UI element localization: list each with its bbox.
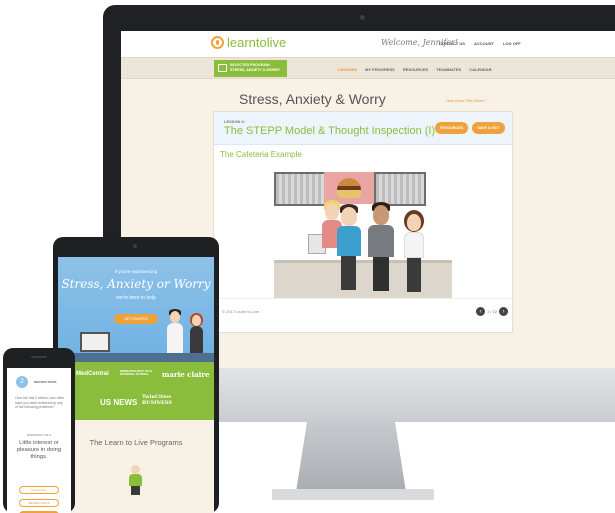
- hero-title: Stress, Anxiety or Worry: [61, 277, 211, 291]
- answer-not-at-all-button[interactable]: NOT AT ALL: [19, 486, 59, 494]
- press-logo-business-journal: MINNEAPOLIS/ST. PAUL BUSINESS JOURNAL: [120, 369, 153, 377]
- tab-my-progress[interactable]: MY PROGRESS: [365, 67, 395, 72]
- cafeteria-menu-board: [374, 172, 426, 206]
- tab-resources[interactable]: RESOURCES: [403, 67, 428, 72]
- tab-lessons[interactable]: LESSONS: [338, 67, 357, 72]
- tablet-device: If you're experiencing Stress, Anxiety o…: [53, 237, 219, 513]
- press-logo-marie-claire: marie claire: [162, 370, 210, 379]
- burger-icon: [337, 178, 361, 198]
- hero-kicker: If you're experiencing: [114, 269, 158, 274]
- brand-logo[interactable]: learntolive: [211, 35, 286, 50]
- top-nav: CONTACT US ACCOUNT LOG OFF: [439, 41, 521, 46]
- tablet-camera: [133, 244, 137, 248]
- hero-desk: [58, 353, 214, 362]
- resources-button[interactable]: RESOURCES: [435, 122, 468, 134]
- lesson-number: LESSON 2:: [224, 119, 246, 124]
- question-counter: QUESTION 1 OF 9: [27, 433, 51, 437]
- brand-name: learntolive: [227, 35, 287, 50]
- lesson-video[interactable]: [274, 172, 452, 298]
- answer-several-days-button[interactable]: SEVERAL DAYS: [19, 499, 59, 507]
- get-started-button[interactable]: GET STARTED: [114, 314, 158, 324]
- selected-program-button[interactable]: SELECTED PROGRAM: STRESS, ANXIETY & WORR…: [214, 60, 287, 77]
- selected-program-name: STRESS, ANXIETY & WORRY: [230, 68, 280, 72]
- tab-calendar[interactable]: CALENDAR: [469, 67, 491, 72]
- phone-screen: 2 INSTRUCTIONS Over the last 2 weeks, ho…: [7, 368, 71, 513]
- desktop-stand-base: [272, 489, 434, 500]
- leaf-logo-icon: [211, 36, 224, 49]
- desktop-camera: [360, 15, 365, 20]
- previous-slide-button[interactable]: ‹: [476, 307, 485, 316]
- account-link[interactable]: ACCOUNT: [474, 41, 494, 46]
- tablet-screen: If you're experiencing Stress, Anxiety o…: [58, 257, 214, 513]
- lesson-panel: LESSON 2: The STEPP Model & Thought Insp…: [213, 111, 513, 333]
- phone-speaker: [31, 356, 47, 358]
- phone-device: 2 INSTRUCTIONS Over the last 2 weeks, ho…: [3, 348, 75, 513]
- programs-title: The Learn to Live Programs: [89, 438, 183, 447]
- site-header: learntolive Welcome, Jennifer! CONTACT U…: [121, 31, 615, 57]
- copyright-text: © 2017 Learn to Live: [222, 309, 260, 314]
- hero-subtitle: we're here to help: [116, 295, 156, 301]
- press-logo-us-news: US NEWS: [100, 398, 138, 407]
- slide-counter: 1 / 22: [487, 309, 498, 314]
- contact-us-link[interactable]: CONTACT US: [439, 41, 465, 46]
- lesson-footer: © 2017 Learn to Live ‹ 1 / 22 ›: [214, 298, 512, 332]
- step-badge: 2: [16, 376, 28, 388]
- how-does-this-work-link[interactable]: How Does This Work?: [446, 98, 486, 103]
- instructions-label: INSTRUCTIONS: [34, 380, 57, 384]
- press-logo-medcentral: MedCentral: [76, 371, 109, 377]
- programs-illustration: [128, 465, 144, 495]
- lesson-header: LESSON 2: The STEPP Model & Thought Insp…: [214, 112, 512, 145]
- lesson-title: The STEPP Model & Thought Inspection (I): [224, 125, 436, 137]
- slide-pager: ‹ 1 / 22 ›: [476, 307, 509, 316]
- press-logo-twin-cities-business: TwinCities BUSINESS: [142, 394, 173, 406]
- programs-section: The Learn to Live Programs: [58, 420, 214, 513]
- save-and-exit-button[interactable]: SAVE & EXIT: [472, 122, 505, 134]
- page-title: Stress, Anxiety & Worry: [239, 91, 386, 107]
- question-text: Little interest or pleasure in doing thi…: [16, 440, 62, 460]
- program-nav: LESSONS MY PROGRESS RESOURCES TEAMMATES …: [338, 67, 492, 72]
- tablet-hero: If you're experiencing Stress, Anxiety o…: [58, 257, 214, 362]
- desktop-stand: [296, 422, 406, 492]
- next-slide-button[interactable]: ›: [499, 307, 509, 316]
- program-icon: [218, 64, 227, 72]
- log-off-link[interactable]: LOG OFF: [503, 41, 521, 46]
- tab-teammates[interactable]: TEAMMATES: [436, 67, 461, 72]
- program-bar: SELECTED PROGRAM: STRESS, ANXIETY & WORR…: [121, 57, 615, 79]
- cafeteria-counter: [274, 260, 452, 298]
- press-logos-band: MedCentral MINNEAPOLIS/ST. PAUL BUSINESS…: [58, 362, 214, 420]
- example-title: The Cafeteria Example: [220, 150, 302, 159]
- cafeteria-menu-board: [274, 172, 326, 206]
- question-intro: Over the last 2 weeks, how often have yo…: [15, 396, 65, 409]
- laptop-illustration-icon: [80, 332, 110, 352]
